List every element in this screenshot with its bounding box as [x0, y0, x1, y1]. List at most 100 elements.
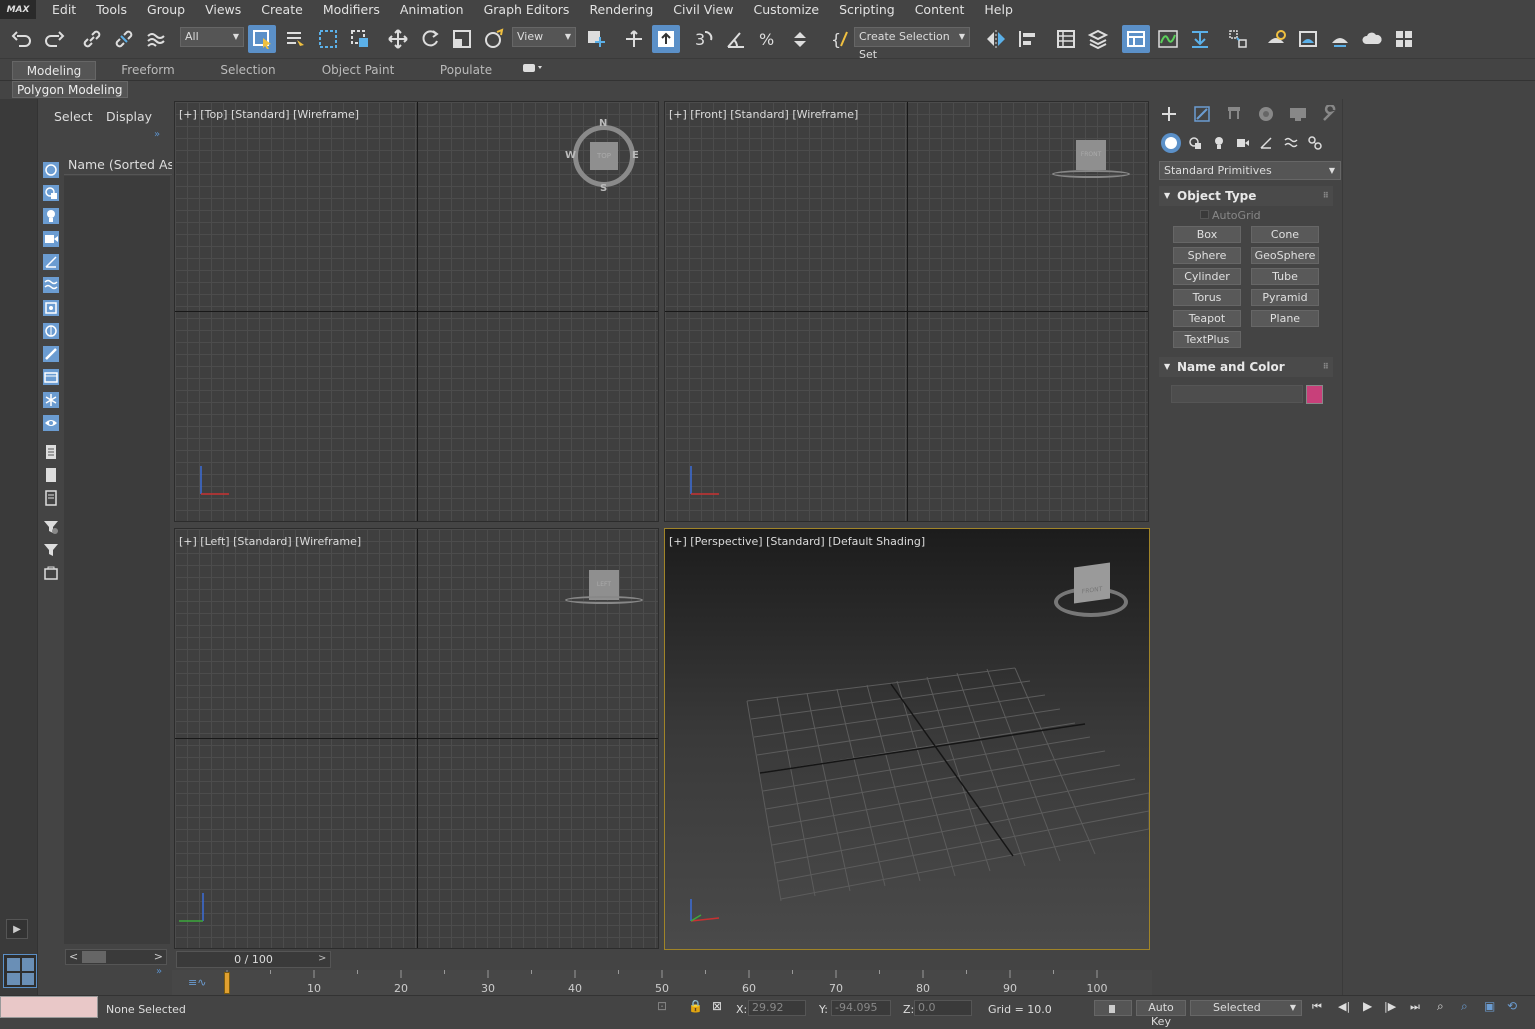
motion-tab-icon[interactable]	[1255, 104, 1277, 124]
space-warps-filter-icon[interactable]	[41, 276, 61, 294]
menu-animation[interactable]: Animation	[390, 0, 474, 19]
cameras-filter-icon[interactable]	[41, 230, 61, 248]
go-to-end-icon[interactable]: ⏭	[1410, 1000, 1420, 1014]
cylinder-button[interactable]: Cylinder	[1173, 268, 1241, 285]
viewport-top-label[interactable]: [+] [Top] [Standard] [Wireframe]	[179, 108, 359, 121]
next-frame-icon[interactable]: >	[318, 953, 326, 964]
angle-snap-icon[interactable]	[722, 25, 750, 53]
display-none-icon[interactable]	[41, 466, 61, 484]
lock-selection-icon[interactable]: 🔒	[688, 999, 703, 1013]
autogrid-checkbox[interactable]	[1200, 210, 1209, 219]
systems-category-icon[interactable]	[1305, 133, 1325, 153]
time-cursor[interactable]	[224, 972, 230, 994]
viewport-top[interactable]: [+] [Top] [Standard] [Wireframe] TOP N S…	[174, 101, 659, 522]
pivot-center-icon[interactable]	[582, 25, 610, 53]
redo-icon[interactable]	[40, 25, 68, 53]
viewcube-face[interactable]: TOP	[590, 142, 618, 170]
menu-civil-view[interactable]: Civil View	[663, 0, 743, 19]
rotate-icon[interactable]	[416, 25, 444, 53]
space-warps-category-icon[interactable]	[1281, 133, 1301, 153]
viewcube[interactable]: LEFT	[565, 564, 645, 614]
layer-selection-icon[interactable]	[41, 564, 61, 582]
display-tab-icon[interactable]	[1287, 104, 1309, 124]
geometry-category-icon[interactable]	[1161, 133, 1181, 153]
menu-create[interactable]: Create	[251, 0, 313, 19]
name-column-header[interactable]: Name (Sorted Asc	[64, 155, 172, 175]
cone-button[interactable]: Cone	[1251, 226, 1319, 243]
create-tab-icon[interactable]	[1158, 104, 1180, 124]
bind-space-warp-icon[interactable]	[142, 25, 170, 53]
maxscript-listener[interactable]	[0, 996, 98, 1018]
menu-modifiers[interactable]: Modifiers	[313, 0, 390, 19]
viewport-layout-icon[interactable]	[3, 954, 37, 988]
viewcube-compass[interactable]: TOP N S W E	[565, 118, 640, 194]
menu-graph-editors[interactable]: Graph Editors	[474, 0, 580, 19]
viewport-left[interactable]: [+] [Left] [Standard] [Wireframe] LEFT	[174, 528, 659, 949]
keyboard-shortcut-override-icon[interactable]	[652, 25, 680, 53]
pyramid-button[interactable]: Pyramid	[1251, 289, 1319, 306]
a360-gallery-icon[interactable]	[1390, 25, 1418, 53]
ribbon-tab-freeform[interactable]: Freeform	[108, 61, 188, 80]
ribbon-options-icon[interactable]	[516, 61, 548, 80]
textplus-button[interactable]: TextPlus	[1173, 331, 1241, 348]
modify-tab-icon[interactable]	[1191, 104, 1213, 124]
lights-category-icon[interactable]	[1209, 133, 1229, 153]
next-key-icon[interactable]: |▶	[1384, 1000, 1396, 1013]
viewport-perspective[interactable]: [+] [Perspective] [Standard] [Default Sh…	[664, 528, 1150, 950]
groups-filter-icon[interactable]	[41, 299, 61, 317]
render-production-icon[interactable]	[1326, 25, 1354, 53]
find-filter-icon[interactable]	[41, 518, 61, 536]
go-to-start-icon[interactable]: ⏮	[1312, 1000, 1322, 1014]
unlink-icon[interactable]	[110, 25, 138, 53]
align-icon[interactable]	[1014, 25, 1042, 53]
named-selection-set-dropdown[interactable]: Create Selection Set ▼	[854, 27, 970, 61]
viewcube-face[interactable]: FRONT	[1076, 140, 1106, 170]
cameras-category-icon[interactable]	[1233, 133, 1253, 153]
menu-views[interactable]: Views	[195, 0, 251, 19]
invert-display-icon[interactable]	[41, 489, 61, 507]
frozen-filter-icon[interactable]	[41, 391, 61, 409]
object-type-rollout[interactable]: ▼ Object Type ⠿	[1159, 186, 1333, 206]
select-by-name-icon[interactable]	[281, 25, 309, 53]
primitive-category-dropdown[interactable]: Standard Primitives ▼	[1159, 161, 1341, 180]
ribbon-tab-object-paint[interactable]: Object Paint	[308, 61, 408, 80]
viewport-front-label[interactable]: [+] [Front] [Standard] [Wireframe]	[669, 108, 858, 121]
containers-filter-icon[interactable]	[41, 368, 61, 386]
percent-snap-icon[interactable]: %	[754, 25, 782, 53]
object-color-swatch[interactable]	[1306, 385, 1323, 404]
display-all-icon[interactable]	[41, 443, 61, 461]
scroll-left-icon[interactable]: <	[69, 950, 78, 963]
menu-group[interactable]: Group	[137, 0, 195, 19]
zoom-all-icon[interactable]: ⌕	[1461, 999, 1468, 1014]
tube-button[interactable]: Tube	[1251, 268, 1319, 285]
z-coordinate-field[interactable]: 0.0	[914, 1000, 972, 1016]
viewport-left-label[interactable]: [+] [Left] [Standard] [Wireframe]	[179, 535, 361, 548]
render-in-cloud-icon[interactable]	[1358, 25, 1386, 53]
hidden-filter-icon[interactable]	[41, 414, 61, 432]
menu-help[interactable]: Help	[974, 0, 1023, 19]
ribbon-tab-selection[interactable]: Selection	[208, 61, 288, 80]
viewcube-face[interactable]: FRONT	[1074, 562, 1110, 604]
menu-edit[interactable]: Edit	[42, 0, 86, 19]
explorer-horizontal-scrollbar[interactable]: < >	[65, 949, 167, 965]
name-and-color-rollout[interactable]: ▼ Name and Color ⠿	[1159, 357, 1333, 377]
hierarchy-tab-icon[interactable]	[1223, 104, 1245, 124]
viewcube[interactable]: FRONT	[1050, 132, 1130, 182]
object-xrefs-filter-icon[interactable]	[41, 322, 61, 340]
play-icon[interactable]: ▶	[1363, 999, 1372, 1013]
ribbon-tab-populate[interactable]: Populate	[428, 61, 504, 80]
y-coordinate-field[interactable]: -94.095	[831, 1000, 891, 1016]
expand-layout-button[interactable]: ▶	[6, 919, 28, 939]
selection-filter-dropdown[interactable]: All ▼	[180, 27, 244, 47]
object-name-input[interactable]	[1171, 385, 1303, 403]
rendered-frame-window-icon[interactable]	[1294, 25, 1322, 53]
geometry-filter-icon[interactable]	[41, 161, 61, 179]
edit-named-selection-icon[interactable]: {	[826, 25, 854, 53]
sphere-button[interactable]: Sphere	[1173, 247, 1241, 264]
teapot-button[interactable]: Teapot	[1173, 310, 1241, 327]
bones-filter-icon[interactable]	[41, 345, 61, 363]
menu-scripting[interactable]: Scripting	[829, 0, 905, 19]
placement-icon[interactable]	[480, 25, 508, 53]
explorer-list[interactable]	[64, 176, 170, 944]
curve-editor-icon[interactable]	[1154, 25, 1182, 53]
